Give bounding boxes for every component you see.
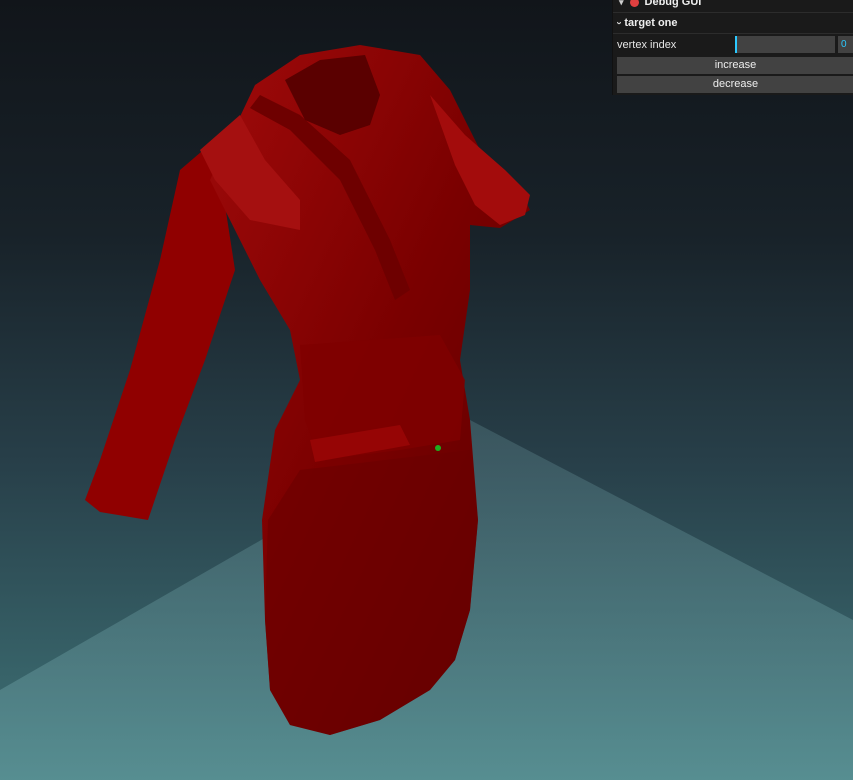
vertex-marker <box>435 445 441 451</box>
increase-button[interactable]: increase <box>617 57 853 74</box>
vertex-index-row: vertex index 0 <box>613 34 853 55</box>
decrease-button[interactable]: decrease <box>617 76 853 93</box>
scene-canvas[interactable] <box>0 0 853 780</box>
vertex-index-slider[interactable] <box>735 36 835 53</box>
vertex-index-input[interactable]: 0 <box>838 36 853 53</box>
gui-title-bar[interactable]: ▾ Debug GUI <box>613 0 853 13</box>
vertex-index-label: vertex index <box>617 38 677 51</box>
bug-icon <box>629 0 639 7</box>
chevron-right-icon: › <box>613 21 625 25</box>
3d-viewport[interactable]: ▾ Debug GUI › target one vertex index 0 … <box>0 0 853 780</box>
folder-title: target one <box>624 17 678 29</box>
debug-gui-panel: ▾ Debug GUI › target one vertex index 0 … <box>612 0 853 95</box>
gui-title: Debug GUI <box>644 0 702 8</box>
chevron-down-icon: ▾ <box>619 0 624 7</box>
folder-target-one[interactable]: › target one <box>613 13 853 34</box>
